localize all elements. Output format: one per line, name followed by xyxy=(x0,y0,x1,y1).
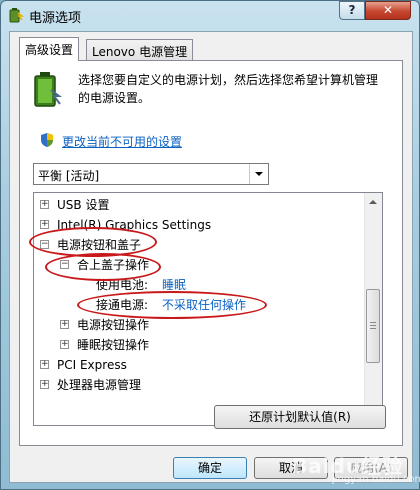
setting-value-link[interactable]: 睡眠 xyxy=(162,275,186,295)
plan-description: 选择您要自定义的电源计划，然后选择您希望计算机管理的电源设置。 xyxy=(78,73,379,105)
expand-icon[interactable]: + xyxy=(40,220,49,229)
power-plan-value: 平衡 [活动] xyxy=(38,169,100,183)
tree-item-label: 睡眠按钮操作 xyxy=(77,338,150,352)
settings-tree[interactable]: + USB 设置 + Intel(R) Graphics Settings − … xyxy=(33,192,383,426)
power-plan-select[interactable]: 平衡 [活动] xyxy=(33,163,269,185)
window-title: 电源选项 xyxy=(29,11,82,26)
tree-scrollbar[interactable] xyxy=(364,193,382,425)
scroll-up-arrow-icon[interactable] xyxy=(369,200,377,204)
tree-item-label: 电源按钮和盖子 xyxy=(57,238,142,252)
power-options-icon xyxy=(9,8,24,23)
change-unavailable-settings-link[interactable]: 更改当前不可用的设置 xyxy=(62,133,182,150)
dialog-client: 高级设置 Lenovo 电源管理 选择您要自定义的电源计划，然后选择您希望计算机… xyxy=(9,31,420,485)
expand-icon[interactable]: + xyxy=(40,360,49,369)
tab-advanced-settings[interactable]: 高级设置 xyxy=(19,37,80,61)
restore-defaults-button[interactable]: 还原计划默认值(R) xyxy=(214,405,386,429)
ok-button[interactable]: 确定 xyxy=(173,457,247,479)
tree-item-label: 合上盖子操作 xyxy=(77,258,150,272)
title-bar[interactable]: 电源选项 ? ✕ xyxy=(1,1,420,29)
tree-item-label: 处理器电源管理 xyxy=(57,378,142,392)
setting-label: 接通电源: xyxy=(96,298,149,312)
close-button[interactable]: ✕ xyxy=(365,1,411,20)
collapse-icon[interactable]: − xyxy=(60,260,69,269)
battery-plan-icon xyxy=(34,72,62,107)
watermark-url: jingyan.baidu.com xyxy=(332,474,420,485)
collapse-icon[interactable]: − xyxy=(40,240,49,249)
grip-line xyxy=(370,322,376,323)
expand-icon[interactable]: + xyxy=(60,320,69,329)
grip-line xyxy=(370,325,376,326)
setting-value-link[interactable]: 不采取任何操作 xyxy=(162,295,246,315)
expand-icon[interactable]: + xyxy=(40,380,49,389)
tree-item-label: USB 设置 xyxy=(57,198,110,212)
power-options-window: 电源选项 ? ✕ 高级设置 Lenovo 电源管理 选择您要自定义的电源计划，然… xyxy=(0,0,420,490)
expand-icon[interactable]: + xyxy=(60,340,69,349)
expand-icon[interactable]: + xyxy=(40,200,49,209)
help-button[interactable]: ? xyxy=(339,1,365,20)
setting-label: 使用电池: xyxy=(96,278,149,292)
uac-shield-icon xyxy=(41,133,53,147)
tree-item-label: Intel(R) Graphics Settings xyxy=(57,218,212,232)
scroll-thumb[interactable] xyxy=(366,289,380,363)
tab-lenovo-power[interactable]: Lenovo 电源管理 xyxy=(86,39,194,60)
dropdown-button[interactable] xyxy=(249,164,268,184)
grip-line xyxy=(370,328,376,329)
chevron-down-icon xyxy=(255,172,263,176)
tree-item-label: 电源按钮操作 xyxy=(77,318,150,332)
tree-item-label: PCI Express xyxy=(57,358,127,372)
